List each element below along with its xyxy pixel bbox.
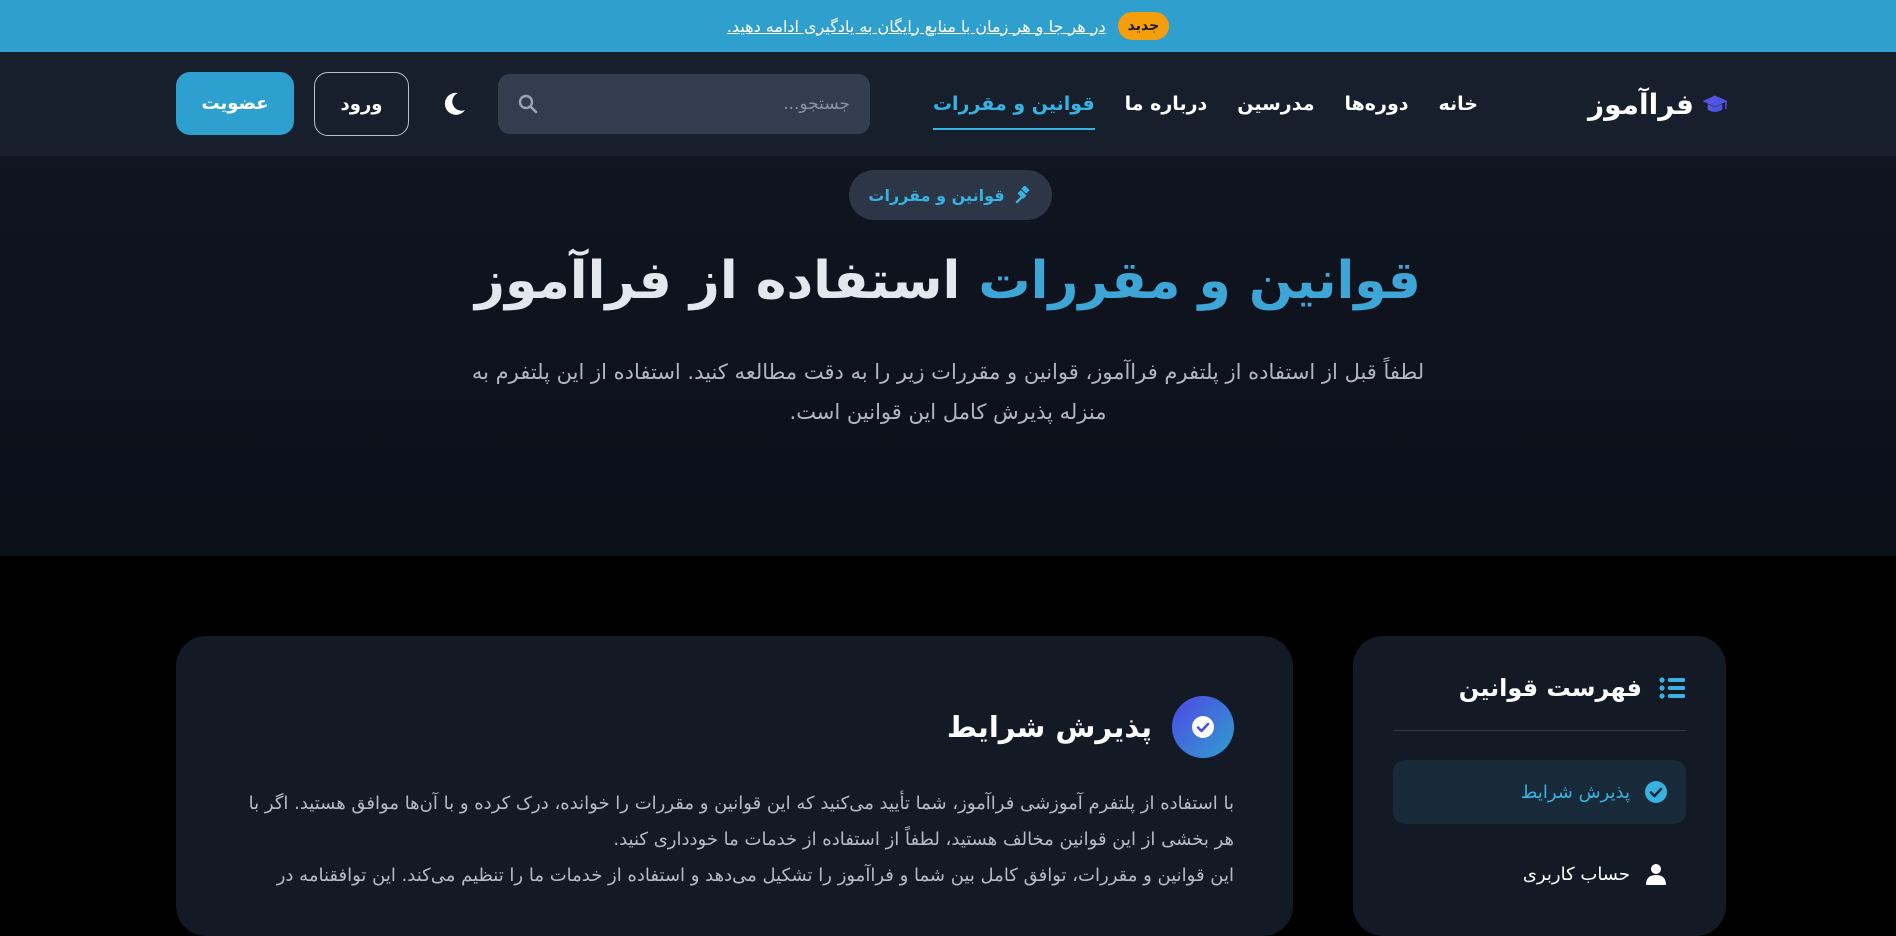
section-paragraph: با استفاده از پلتفرم آموزشی فراآموز، شما… xyxy=(248,793,1234,850)
hero-section: قوانین و مقررات قوانین و مقررات استفاده … xyxy=(0,156,1896,556)
section-icon-badge xyxy=(1172,696,1234,758)
section-header: پذیرش شرایط xyxy=(947,696,1234,758)
moon-icon[interactable] xyxy=(440,90,468,118)
search-box xyxy=(498,74,870,134)
section-body: با استفاده از پلتفرم آموزشی فراآموز، شما… xyxy=(234,786,1234,894)
logo-text: فراآموز xyxy=(1588,87,1694,121)
nav-item-about[interactable]: درباره ما xyxy=(1125,52,1208,156)
check-circle-icon xyxy=(1645,781,1667,803)
toc-header: فهرست قوانین xyxy=(1459,674,1686,702)
page-title-highlight: قوانین و مقررات xyxy=(978,251,1421,311)
nav-item-instructors[interactable]: مدرسین xyxy=(1237,52,1314,156)
list-icon xyxy=(1659,677,1685,699)
announcement-link[interactable]: در هر جا و هر زمان با منابع رایگان به یا… xyxy=(727,17,1106,36)
main-nav: خانه دوره‌ها مدرسین درباره ما قوانین و م… xyxy=(932,52,1478,156)
check-circle-icon xyxy=(1192,716,1214,738)
gavel-icon xyxy=(1015,186,1029,204)
section-paragraph: این قوانین و مقررات، توافق کامل بین شما … xyxy=(276,865,1234,886)
search-input[interactable] xyxy=(550,94,850,114)
page-description: لطفاً قبل از استفاده از پلتفرم فراآموز، … xyxy=(471,360,1425,424)
user-icon xyxy=(1646,864,1666,885)
graduation-cap-icon xyxy=(1702,95,1728,112)
nav-item-rules[interactable]: قوانین و مقررات xyxy=(932,52,1095,156)
login-button[interactable]: ورود xyxy=(314,72,409,136)
nav-item-home[interactable]: خانه xyxy=(1439,52,1478,156)
page-title-rest: استفاده از فراآموز xyxy=(475,251,961,311)
page-chip-label: قوانین و مقررات xyxy=(868,185,1005,205)
join-button[interactable]: عضویت xyxy=(176,72,294,135)
search-icon[interactable] xyxy=(518,94,538,114)
toc-item-user-account[interactable]: حساب کاربری xyxy=(1393,842,1686,906)
section-title: پذیرش شرایط xyxy=(946,710,1152,744)
toc-item-label: حساب کاربری xyxy=(1522,863,1630,885)
announcement-bar: جدید در هر جا و هر زمان با منابع رایگان … xyxy=(0,0,1896,52)
new-badge: جدید xyxy=(1117,12,1170,40)
toc-divider xyxy=(1393,730,1686,731)
rules-content-card: پذیرش شرایط با استفاده از پلتفرم آموزشی … xyxy=(176,636,1293,936)
nav-item-courses[interactable]: دوره‌ها xyxy=(1344,52,1408,156)
toc-card: فهرست قوانین پذیرش شرایط حساب کاربری xyxy=(1353,636,1726,936)
toc-item-accept-terms[interactable]: پذیرش شرایط xyxy=(1393,760,1686,824)
page-chip: قوانین و مقررات xyxy=(849,170,1052,220)
site-header: فراآموز خانه دوره‌ها مدرسین درباره ما قو… xyxy=(0,52,1896,156)
page-title: قوانین و مقررات استفاده از فراآموز xyxy=(0,248,1896,316)
toc-item-label: پذیرش شرایط xyxy=(1520,781,1630,803)
logo[interactable]: فراآموز xyxy=(1588,82,1728,126)
toc-title: فهرست قوانین xyxy=(1458,674,1642,702)
